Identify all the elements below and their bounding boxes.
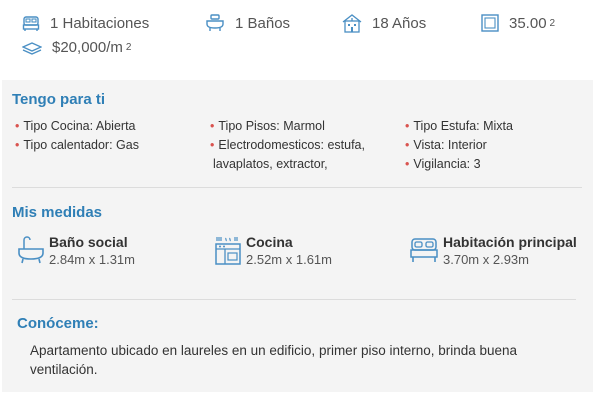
bathtub-icon	[18, 236, 44, 269]
feature-item: • Vista: Interior	[405, 138, 487, 152]
about-title: Conóceme:	[17, 315, 99, 332]
measure-kitchen: Cocina 2.52m x 1.61m	[215, 234, 332, 269]
area-icon	[481, 14, 499, 32]
features-title: Tengo para ti	[12, 91, 106, 108]
measure-value: 2.52m x 1.61m	[246, 252, 332, 267]
measure-bathroom: Baño social 2.84m x 1.31m	[18, 234, 135, 269]
measure-name: Cocina	[246, 234, 293, 250]
feature-item: • Tipo Pisos: Marmol	[210, 119, 325, 133]
area-stat: 35.00 2	[481, 14, 555, 32]
measure-value: 2.84m x 1.31m	[49, 252, 135, 267]
about-description: Apartamento ubicado en laureles en un ed…	[30, 343, 518, 377]
feature-item: • Tipo Estufa: Mixta	[405, 119, 513, 133]
bedrooms-value: 1 Habitaciones	[50, 14, 150, 32]
price-unit-superscript: 2	[125, 42, 132, 53]
measure-name: Baño social	[49, 234, 128, 250]
price-m2-stat: $20,000/m 2	[22, 39, 131, 56]
section-divider	[12, 187, 582, 188]
details-panel: Tengo para ti • Tipo Cocina: Abierta • Tip…	[2, 80, 593, 392]
feature-item: • Vigilancia: 3	[405, 157, 481, 171]
feature-item: • Tipo calentador: Gas	[15, 138, 139, 152]
measure-name: Habitación principal	[443, 234, 577, 250]
measure-value: 3.70m x 2.93m	[443, 252, 529, 267]
kitchen-icon	[215, 236, 241, 269]
bullet: •	[210, 138, 215, 152]
area-value: 35.00	[509, 14, 547, 32]
bath-icon	[205, 14, 225, 32]
price-m2-value: $20,000/m	[52, 39, 123, 56]
feature-item: • Tipo Cocina: Abierta	[15, 119, 136, 133]
area-unit-superscript: 2	[549, 17, 556, 29]
age-stat: 18 Años	[342, 14, 426, 33]
measures-title: Mis medidas	[12, 204, 103, 221]
bullet: •	[405, 119, 410, 133]
feature-item-continued: lavaplatos, extractor,	[213, 157, 328, 171]
section-divider	[12, 299, 576, 300]
bathrooms-stat: 1 Baños	[205, 14, 290, 32]
age-value: 18 Años	[372, 15, 427, 32]
bullet: •	[15, 138, 20, 152]
bullet: •	[405, 157, 410, 171]
bullet: •	[210, 119, 215, 133]
bullet: •	[405, 138, 410, 152]
bed-large-icon	[410, 236, 438, 269]
layers-icon	[22, 41, 42, 55]
bathrooms-value: 1 Baños	[235, 14, 291, 32]
bed-icon	[22, 14, 40, 32]
bullet: •	[15, 119, 20, 133]
bedrooms-stat: 1 Habitaciones	[22, 14, 149, 32]
building-icon	[342, 14, 362, 33]
feature-item: • Electrodomesticos: estufa,	[210, 138, 365, 152]
measure-main-bedroom: Habitación principal 3.70m x 2.93m	[410, 234, 577, 269]
